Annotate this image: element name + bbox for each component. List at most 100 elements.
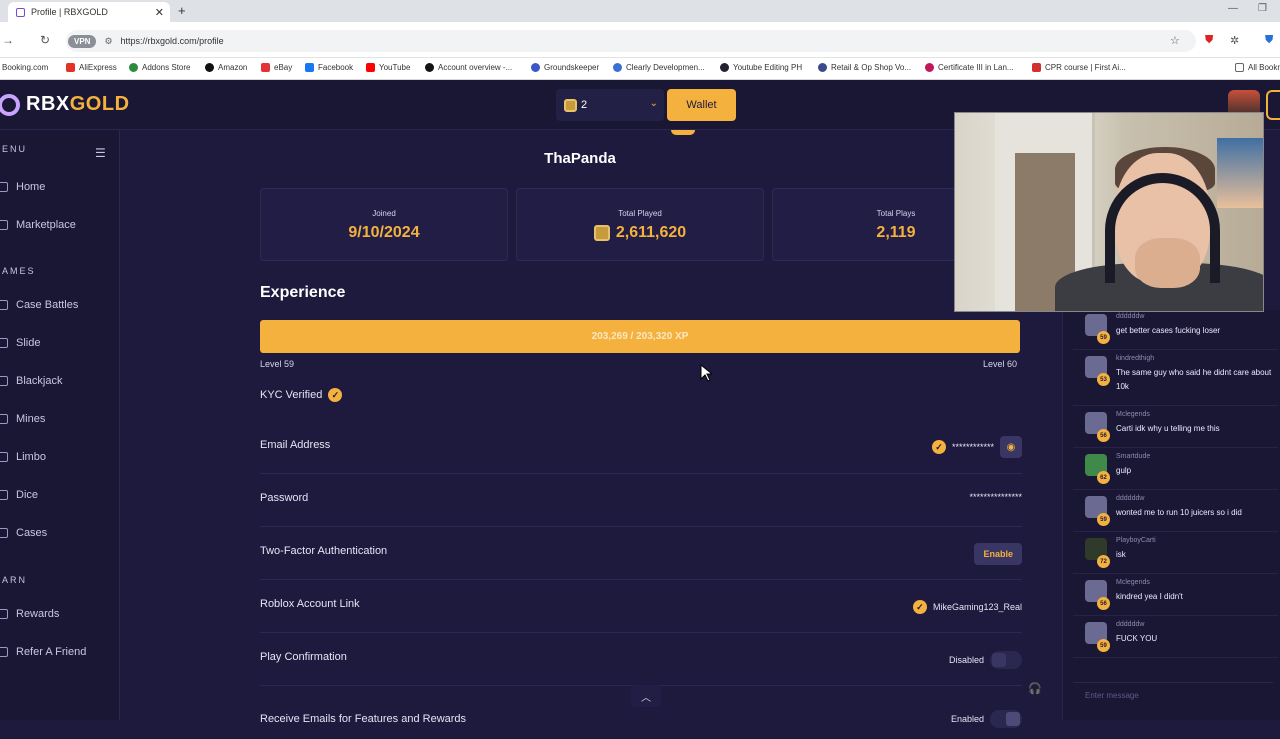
vpn-badge[interactable]: VPN <box>68 34 97 48</box>
browser-chrome: Profile | RBXGOLD ✕ + — ❐ → ↻ VPN ⚙ http… <box>0 0 1280 80</box>
bookmark-item[interactable]: Certificate III in Lan... <box>925 63 1014 72</box>
logo[interactable]: RBXGOLD <box>0 93 130 116</box>
stat-value: 9/10/2024 <box>348 224 420 241</box>
chat-username[interactable]: ddddddw <box>1116 621 1144 628</box>
new-tab-icon[interactable]: + <box>178 3 186 18</box>
balance-dropdown[interactable]: 2 ⌄ <box>556 89 664 121</box>
site-favicon-icon <box>16 7 25 17</box>
chat-username[interactable]: Mclegends <box>1116 411 1150 418</box>
roblox-username: MikeGaming123_Real <box>932 602 1022 612</box>
sidebar-item-refer-a-friend[interactable]: Refer A Friend <box>0 641 115 663</box>
balance-value: 2 <box>581 99 588 111</box>
support-headset-icon[interactable]: 🎧 <box>1028 682 1042 695</box>
extension-shield-icon[interactable]: ⛊ <box>1205 34 1213 47</box>
restore-icon[interactable]: ❐ <box>1258 3 1267 14</box>
bookmark-item[interactable]: Groundskeeper <box>531 63 599 72</box>
chat-username[interactable]: PlayboyCarti <box>1116 537 1156 544</box>
chat-text: FUCK YOU <box>1116 634 1158 643</box>
reload-icon[interactable]: ↻ <box>40 33 50 47</box>
stat-joined: Joined 9/10/2024 <box>260 188 508 261</box>
bookmark-item[interactable]: Account overview -... <box>425 63 512 72</box>
level-next: Level 60 <box>983 359 1018 369</box>
chat-username[interactable]: ddddddw <box>1116 313 1144 320</box>
url-bar[interactable]: VPN ⚙ https://rbxgold.com/profile <box>66 30 1196 52</box>
chat-username[interactable]: Mclegends <box>1116 579 1150 586</box>
sidebar-item-cases[interactable]: Cases <box>0 522 115 544</box>
sidebar-item-limbo[interactable]: Limbo <box>0 446 115 468</box>
setting-password: Password *************** <box>260 474 1022 527</box>
sidebar-item-marketplace[interactable]: Marketplace <box>0 214 115 236</box>
extensions-puzzle-icon[interactable]: ✲ <box>1230 34 1239 47</box>
bookmark-star-icon[interactable]: ☆ <box>1170 34 1180 47</box>
sidebar: ENU ☰ Home Marketplace AMES Case Battles… <box>0 130 120 720</box>
sidebar-item-case-battles[interactable]: Case Battles <box>0 294 115 316</box>
chat-text: get better cases fucking loser <box>1116 326 1221 335</box>
stat-label: Joined <box>372 209 396 218</box>
chat-username[interactable]: kindredthigh <box>1116 355 1154 362</box>
bookmark-item[interactable]: Amazon <box>205 63 247 72</box>
scroll-up-button[interactable]: ︿ <box>631 685 661 707</box>
receive-emails-toggle[interactable] <box>990 710 1022 728</box>
tab-title: Profile | RBXGOLD <box>31 7 108 17</box>
coin-icon <box>593 225 610 241</box>
chat-input[interactable]: Enter message <box>1073 682 1273 706</box>
tab-bar: Profile | RBXGOLD ✕ + — ❐ <box>0 0 1280 22</box>
chat-message: 72 PlayboyCarti isk <box>1073 534 1278 574</box>
enable-2fa-button[interactable]: Enable <box>974 543 1022 565</box>
logo-icon <box>0 93 20 116</box>
level-badge: 53 <box>1097 373 1110 386</box>
reveal-email-button[interactable]: ◉ <box>1000 436 1022 458</box>
sidebar-item-mines[interactable]: Mines <box>0 408 115 430</box>
bookmark-item[interactable]: Retail & Op Shop Vo... <box>818 63 911 72</box>
bookmark-item[interactable]: CPR course | First Ai... <box>1032 63 1126 72</box>
site-settings-icon[interactable]: ⚙ <box>104 36 112 47</box>
email-masked-value: ************ <box>951 442 994 452</box>
chat-message: 53 kindredthigh The same guy who said he d… <box>1073 352 1278 406</box>
bookmark-item[interactable]: Youtube Editing PH <box>720 63 802 72</box>
level-badge: 72 <box>1097 555 1110 568</box>
bookmarks-bar: Booking.com AliExpress Addons Store Amaz… <box>0 58 1280 80</box>
extension-blue-icon[interactable]: ⛊ <box>1265 34 1273 47</box>
sidebar-item-rewards[interactable]: Rewards <box>0 603 115 625</box>
setting-label: Password <box>260 492 309 504</box>
level-current: Level 59 <box>260 359 295 369</box>
stat-value: 2,611,620 <box>517 224 763 242</box>
chat-message: 59 ddddddw FUCK YOU <box>1073 618 1278 658</box>
chat-toggle-button[interactable] <box>1266 90 1280 120</box>
bookmark-item[interactable]: Booking.com <box>2 63 48 72</box>
marketplace-icon <box>0 220 8 230</box>
chat-text: gulp <box>1116 466 1132 475</box>
setting-two-factor: Two-Factor Authentication Enable <box>260 527 1022 580</box>
bookmark-item[interactable]: Clearly Developmen... <box>613 63 705 72</box>
setting-label: Two-Factor Authentication <box>260 545 388 557</box>
stat-label: Total Played <box>618 209 662 218</box>
chat-username[interactable]: ddddddw <box>1116 495 1144 502</box>
sidebar-item-dice[interactable]: Dice <box>0 484 115 506</box>
sidebar-item-slide[interactable]: Slide <box>0 332 115 354</box>
chat-text: kindred yea I didn't <box>1116 592 1183 601</box>
close-tab-icon[interactable]: ✕ <box>155 6 164 19</box>
bookmark-item[interactable]: Addons Store <box>129 63 190 72</box>
experience-heading: Experience <box>260 284 346 301</box>
avatar-level-tab <box>671 130 695 135</box>
bookmark-item[interactable]: AliExpress <box>66 63 117 72</box>
bookmark-item[interactable]: eBay <box>261 63 292 72</box>
bookmark-item[interactable]: YouTube <box>366 63 410 72</box>
sidebar-item-home[interactable]: Home <box>0 176 115 198</box>
eye-icon: ◉ <box>1006 441 1016 453</box>
wallet-button[interactable]: Wallet <box>667 89 736 121</box>
forward-icon[interactable]: → <box>2 33 14 47</box>
url-text[interactable]: https://rbxgold.com/profile <box>121 36 224 46</box>
tab-profile[interactable]: Profile | RBXGOLD ✕ <box>8 2 170 22</box>
chat-text: The same guy who said he didnt care abou… <box>1116 368 1272 391</box>
minimize-icon[interactable]: — <box>1228 3 1238 14</box>
all-bookmarks[interactable]: All Bookm <box>1235 63 1280 72</box>
bookmark-item[interactable]: Facebook <box>305 63 353 72</box>
home-icon <box>0 182 8 192</box>
play-confirmation-toggle[interactable] <box>990 651 1022 669</box>
chat-text: isk <box>1116 550 1126 559</box>
kyc-label: KYC Verified <box>260 389 323 401</box>
sidebar-item-blackjack[interactable]: Blackjack <box>0 370 115 392</box>
chat-username[interactable]: Smartdude <box>1116 453 1150 460</box>
setting-label: Receive Emails for Features and Rewards <box>260 713 467 725</box>
